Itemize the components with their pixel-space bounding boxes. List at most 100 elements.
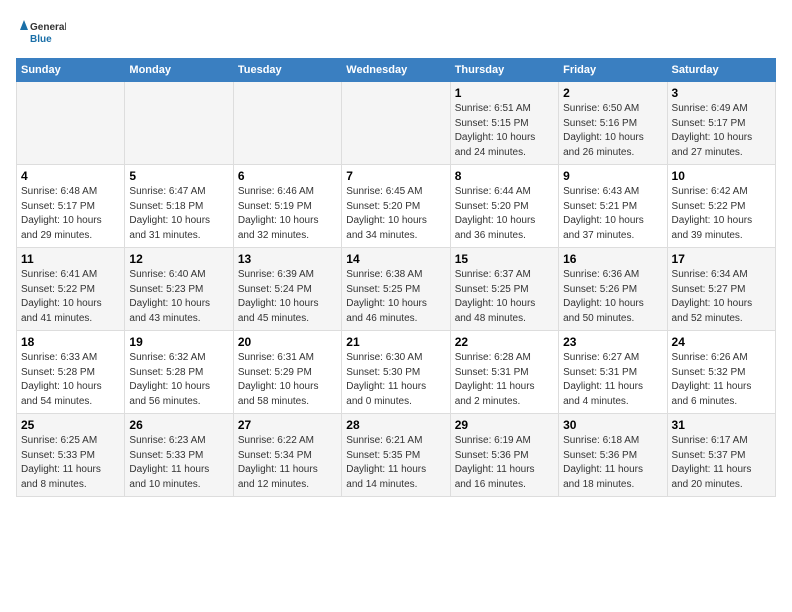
- calendar-cell: 19 Sunrise: 6:32 AMSunset: 5:28 PMDayligh…: [125, 331, 233, 414]
- calendar-cell: 8 Sunrise: 6:44 AMSunset: 5:20 PMDaylight…: [450, 165, 558, 248]
- day-info: Sunrise: 6:37 AMSunset: 5:25 PMDaylight:…: [455, 268, 554, 326]
- header-cell-friday: Friday: [559, 59, 667, 82]
- calendar-cell: 22 Sunrise: 6:28 AMSunset: 5:31 PMDayligh…: [450, 331, 558, 414]
- calendar-cell: 20 Sunrise: 6:31 AMSunset: 5:29 PMDayligh…: [233, 331, 341, 414]
- header-cell-wednesday: Wednesday: [342, 59, 450, 82]
- header-cell-sunday: Sunday: [17, 59, 125, 82]
- logo: General Blue: [16, 16, 66, 52]
- day-info: Sunrise: 6:32 AMSunset: 5:28 PMDaylight:…: [129, 351, 228, 409]
- day-info: Sunrise: 6:50 AMSunset: 5:16 PMDaylight:…: [563, 102, 662, 160]
- week-row: 25 Sunrise: 6:25 AMSunset: 5:33 PMDayligh…: [17, 414, 776, 497]
- page-header: General Blue: [16, 16, 776, 52]
- day-info: Sunrise: 6:47 AMSunset: 5:18 PMDaylight:…: [129, 185, 228, 243]
- calendar-cell: 3 Sunrise: 6:49 AMSunset: 5:17 PMDaylight…: [667, 82, 775, 165]
- day-info: Sunrise: 6:45 AMSunset: 5:20 PMDaylight:…: [346, 185, 445, 243]
- day-info: Sunrise: 6:33 AMSunset: 5:28 PMDaylight:…: [21, 351, 120, 409]
- calendar-cell: 10Sunrise: 6:42 AMSunset: 5:22 PMDayligh…: [667, 165, 775, 248]
- day-info: Sunrise: 6:21 AMSunset: 5:35 PMDaylight:…: [346, 434, 445, 492]
- svg-text:General: General: [30, 22, 66, 33]
- day-number: 16: [563, 252, 662, 266]
- day-info: Sunrise: 6:19 AMSunset: 5:36 PMDaylight:…: [455, 434, 554, 492]
- day-number: 22: [455, 335, 554, 349]
- day-number: 25: [21, 418, 120, 432]
- day-info: Sunrise: 6:18 AMSunset: 5:36 PMDaylight:…: [563, 434, 662, 492]
- day-info: Sunrise: 6:42 AMSunset: 5:22 PMDaylight:…: [672, 185, 771, 243]
- day-number: 17: [672, 252, 771, 266]
- day-number: 3: [672, 86, 771, 100]
- day-info: Sunrise: 6:51 AMSunset: 5:15 PMDaylight:…: [455, 102, 554, 160]
- day-number: 15: [455, 252, 554, 266]
- calendar-cell: [125, 82, 233, 165]
- calendar-cell: 24 Sunrise: 6:26 AMSunset: 5:32 PMDayligh…: [667, 331, 775, 414]
- day-info: Sunrise: 6:22 AMSunset: 5:34 PMDaylight:…: [238, 434, 337, 492]
- svg-text:Blue: Blue: [30, 34, 52, 45]
- day-info: Sunrise: 6:44 AMSunset: 5:20 PMDaylight:…: [455, 185, 554, 243]
- calendar-cell: 29Sunrise: 6:19 AMSunset: 5:36 PMDayligh…: [450, 414, 558, 497]
- calendar-cell: 14Sunrise: 6:38 AMSunset: 5:25 PMDayligh…: [342, 248, 450, 331]
- day-info: Sunrise: 6:38 AMSunset: 5:25 PMDaylight:…: [346, 268, 445, 326]
- calendar-cell: 4 Sunrise: 6:48 AMSunset: 5:17 PMDaylight…: [17, 165, 125, 248]
- calendar-body: 1 Sunrise: 6:51 AMSunset: 5:15 PMDaylight…: [17, 82, 776, 497]
- day-number: 5: [129, 169, 228, 183]
- day-number: 27: [238, 418, 337, 432]
- calendar-cell: 23Sunrise: 6:27 AMSunset: 5:31 PMDayligh…: [559, 331, 667, 414]
- day-number: 7: [346, 169, 445, 183]
- calendar-cell: 28Sunrise: 6:21 AMSunset: 5:35 PMDayligh…: [342, 414, 450, 497]
- calendar-cell: 16Sunrise: 6:36 AMSunset: 5:26 PMDayligh…: [559, 248, 667, 331]
- calendar-cell: 11Sunrise: 6:41 AMSunset: 5:22 PMDayligh…: [17, 248, 125, 331]
- calendar-cell: 15 Sunrise: 6:37 AMSunset: 5:25 PMDayligh…: [450, 248, 558, 331]
- calendar-cell: 25 Sunrise: 6:25 AMSunset: 5:33 PMDayligh…: [17, 414, 125, 497]
- day-info: Sunrise: 6:49 AMSunset: 5:17 PMDaylight:…: [672, 102, 771, 160]
- day-info: Sunrise: 6:31 AMSunset: 5:29 PMDaylight:…: [238, 351, 337, 409]
- day-number: 24: [672, 335, 771, 349]
- day-number: 20: [238, 335, 337, 349]
- day-number: 19: [129, 335, 228, 349]
- day-info: Sunrise: 6:43 AMSunset: 5:21 PMDaylight:…: [563, 185, 662, 243]
- day-number: 8: [455, 169, 554, 183]
- header-cell-monday: Monday: [125, 59, 233, 82]
- day-info: Sunrise: 6:17 AMSunset: 5:37 PMDaylight:…: [672, 434, 771, 492]
- day-number: 9: [563, 169, 662, 183]
- calendar-cell: 27 Sunrise: 6:22 AMSunset: 5:34 PMDayligh…: [233, 414, 341, 497]
- day-number: 4: [21, 169, 120, 183]
- day-number: 11: [21, 252, 120, 266]
- calendar-cell: 30Sunrise: 6:18 AMSunset: 5:36 PMDayligh…: [559, 414, 667, 497]
- day-info: Sunrise: 6:40 AMSunset: 5:23 PMDaylight:…: [129, 268, 228, 326]
- calendar-cell: 1 Sunrise: 6:51 AMSunset: 5:15 PMDaylight…: [450, 82, 558, 165]
- calendar-cell: [17, 82, 125, 165]
- day-info: Sunrise: 6:28 AMSunset: 5:31 PMDaylight:…: [455, 351, 554, 409]
- day-number: 23: [563, 335, 662, 349]
- day-number: 2: [563, 86, 662, 100]
- calendar-cell: 7 Sunrise: 6:45 AMSunset: 5:20 PMDaylight…: [342, 165, 450, 248]
- calendar-cell: 2 Sunrise: 6:50 AMSunset: 5:16 PMDaylight…: [559, 82, 667, 165]
- day-number: 12: [129, 252, 228, 266]
- day-number: 18: [21, 335, 120, 349]
- calendar-cell: 6 Sunrise: 6:46 AMSunset: 5:19 PMDaylight…: [233, 165, 341, 248]
- week-row: 1 Sunrise: 6:51 AMSunset: 5:15 PMDaylight…: [17, 82, 776, 165]
- day-number: 13: [238, 252, 337, 266]
- day-info: Sunrise: 6:39 AMSunset: 5:24 PMDaylight:…: [238, 268, 337, 326]
- day-number: 21: [346, 335, 445, 349]
- header-cell-tuesday: Tuesday: [233, 59, 341, 82]
- day-info: Sunrise: 6:26 AMSunset: 5:32 PMDaylight:…: [672, 351, 771, 409]
- week-row: 11Sunrise: 6:41 AMSunset: 5:22 PMDayligh…: [17, 248, 776, 331]
- day-number: 1: [455, 86, 554, 100]
- day-number: 26: [129, 418, 228, 432]
- calendar-cell: 5 Sunrise: 6:47 AMSunset: 5:18 PMDaylight…: [125, 165, 233, 248]
- calendar-header: SundayMondayTuesdayWednesdayThursdayFrid…: [17, 59, 776, 82]
- header-cell-thursday: Thursday: [450, 59, 558, 82]
- day-number: 6: [238, 169, 337, 183]
- calendar-cell: 26Sunrise: 6:23 AMSunset: 5:33 PMDayligh…: [125, 414, 233, 497]
- calendar-cell: [342, 82, 450, 165]
- day-info: Sunrise: 6:30 AMSunset: 5:30 PMDaylight:…: [346, 351, 445, 409]
- calendar-cell: 13 Sunrise: 6:39 AMSunset: 5:24 PMDayligh…: [233, 248, 341, 331]
- calendar-cell: 31Sunrise: 6:17 AMSunset: 5:37 PMDayligh…: [667, 414, 775, 497]
- calendar-cell: [233, 82, 341, 165]
- calendar-cell: 9 Sunrise: 6:43 AMSunset: 5:21 PMDaylight…: [559, 165, 667, 248]
- day-info: Sunrise: 6:46 AMSunset: 5:19 PMDaylight:…: [238, 185, 337, 243]
- week-row: 4 Sunrise: 6:48 AMSunset: 5:17 PMDaylight…: [17, 165, 776, 248]
- day-info: Sunrise: 6:25 AMSunset: 5:33 PMDaylight:…: [21, 434, 120, 492]
- week-row: 18 Sunrise: 6:33 AMSunset: 5:28 PMDayligh…: [17, 331, 776, 414]
- day-info: Sunrise: 6:48 AMSunset: 5:17 PMDaylight:…: [21, 185, 120, 243]
- calendar-cell: 12 Sunrise: 6:40 AMSunset: 5:23 PMDayligh…: [125, 248, 233, 331]
